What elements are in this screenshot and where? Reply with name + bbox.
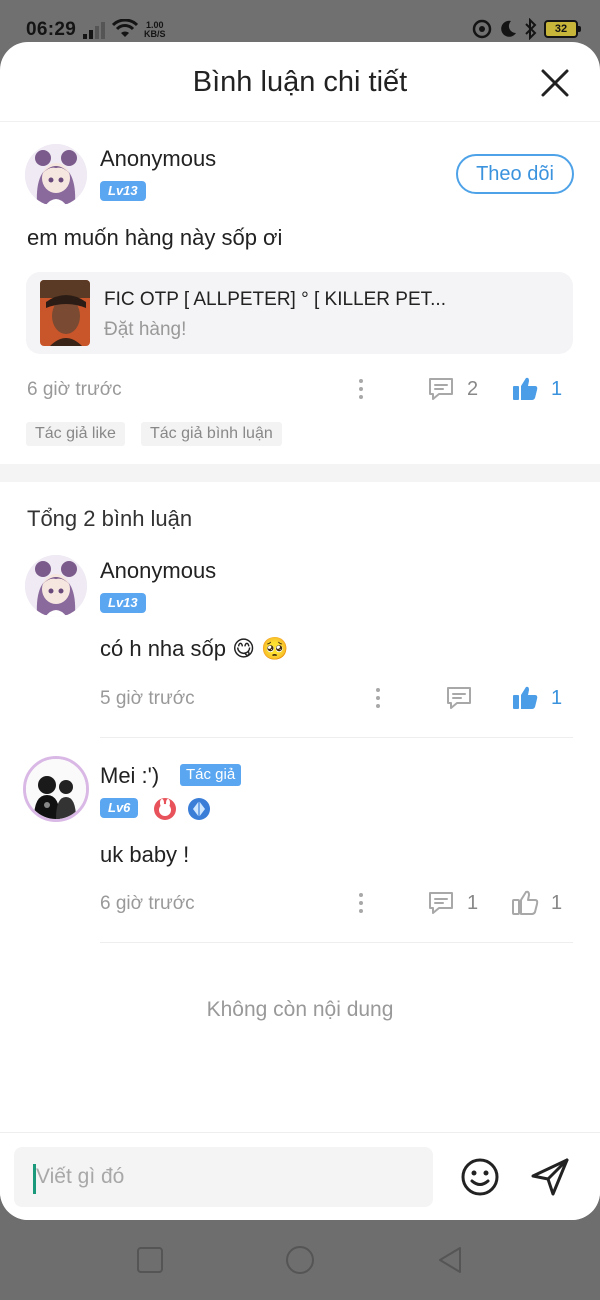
page-title: Bình luận chi tiết [192, 66, 408, 98]
battery-indicator: 32 [544, 20, 581, 38]
smile-icon[interactable] [459, 1156, 501, 1198]
anime-avatar-icon [25, 144, 87, 206]
level-badge: Lv13 [100, 181, 146, 201]
avatar[interactable] [25, 144, 87, 206]
home-icon[interactable] [284, 1244, 316, 1276]
thumbs-up-filled-icon [513, 377, 538, 400]
net-speed: 1.00 KB/S [144, 21, 166, 39]
anime-avatar-icon [25, 555, 87, 617]
level-badge: Lv6 [100, 798, 139, 818]
rabbit-medal-icon [154, 798, 176, 820]
post-author-name[interactable]: Anonymous [100, 146, 216, 172]
status-left-icons: 1.00 KB/S [82, 19, 166, 39]
more-options-icon[interactable] [368, 686, 388, 712]
comment-icon [429, 378, 453, 400]
total-comments-label: Tổng 2 bình luận [27, 506, 193, 531]
comment-icon [429, 892, 453, 914]
comment-detail-sheet: Bình luận chi tiết Anonymous Lv13 Theo d… [0, 42, 600, 1220]
reply-time: 5 giờ trước [100, 688, 195, 709]
reply-time: 6 giờ trước [100, 893, 195, 914]
comment-button[interactable]: 2 [427, 374, 478, 404]
comment-button[interactable]: 1 [427, 888, 478, 918]
signal-icon [83, 22, 105, 39]
comment-count: 1 [467, 891, 479, 914]
avatar[interactable] [23, 756, 89, 822]
thumbs-up-outline-icon [512, 890, 539, 915]
post-time: 6 giờ trước [27, 379, 122, 400]
moon-icon [501, 20, 516, 37]
back-icon[interactable] [434, 1244, 466, 1276]
recent-apps-icon[interactable] [134, 1244, 166, 1276]
net-speed-unit: KB/S [144, 29, 166, 39]
product-thumbnail [40, 280, 90, 346]
product-title: FIC OTP [ ALLPETER] ° [ KILLER PET... [104, 289, 446, 310]
sheet-header: Bình luận chi tiết [0, 42, 600, 122]
bluetooth-icon [525, 18, 537, 40]
reply-text: có h nha sốp 😋 🥺 [100, 636, 289, 661]
text-caret [33, 1164, 36, 1194]
section-divider [0, 464, 600, 482]
product-card[interactable]: FIC OTP [ ALLPETER] ° [ KILLER PET... Đặ… [26, 272, 573, 354]
comment-count: 2 [467, 377, 479, 400]
reply-author-name[interactable]: Anonymous [100, 558, 216, 584]
thumbs-up-filled-icon [513, 686, 538, 709]
like-count: 1 [551, 686, 563, 709]
like-count: 1 [551, 891, 563, 914]
status-right-icons: 32 [472, 18, 581, 40]
row-divider [100, 942, 573, 943]
wifi-icon [112, 19, 138, 37]
avatar[interactable] [25, 555, 87, 617]
comment-button[interactable] [445, 683, 473, 713]
row-divider [100, 737, 573, 738]
reply-author-name[interactable]: Mei :') [100, 763, 159, 789]
dnd-icon [472, 19, 492, 39]
comment-input[interactable] [14, 1147, 433, 1207]
like-button[interactable]: 1 [511, 683, 562, 713]
status-time: 06:29 [26, 19, 77, 40]
post-text: em muốn hàng này sốp ơi [27, 225, 283, 250]
send-icon[interactable] [529, 1156, 571, 1198]
reply-text: uk baby ! [100, 842, 190, 867]
couple-avatar-icon [26, 759, 86, 819]
comment-input-bar [0, 1132, 600, 1220]
diamond-medal-icon [188, 798, 210, 820]
close-icon[interactable] [540, 68, 570, 98]
follow-button[interactable]: Theo dõi [456, 154, 574, 194]
like-button[interactable]: 1 [511, 374, 562, 404]
book-cover-icon [40, 280, 90, 346]
more-options-icon[interactable] [351, 891, 371, 917]
system-nav-bar [0, 1220, 600, 1300]
comment-icon [447, 687, 471, 709]
like-button[interactable]: 1 [511, 888, 562, 918]
level-badge: Lv13 [100, 593, 146, 613]
tag-author-comment: Tác giả bình luận [141, 422, 282, 446]
product-subtitle: Đặt hàng! [104, 319, 187, 340]
like-count: 1 [551, 377, 563, 400]
tag-author-like: Tác giả like [26, 422, 125, 446]
no-more-content: Không còn nội dung [206, 998, 394, 1021]
author-tag: Tác giả [180, 764, 242, 786]
more-options-icon[interactable] [351, 377, 371, 403]
